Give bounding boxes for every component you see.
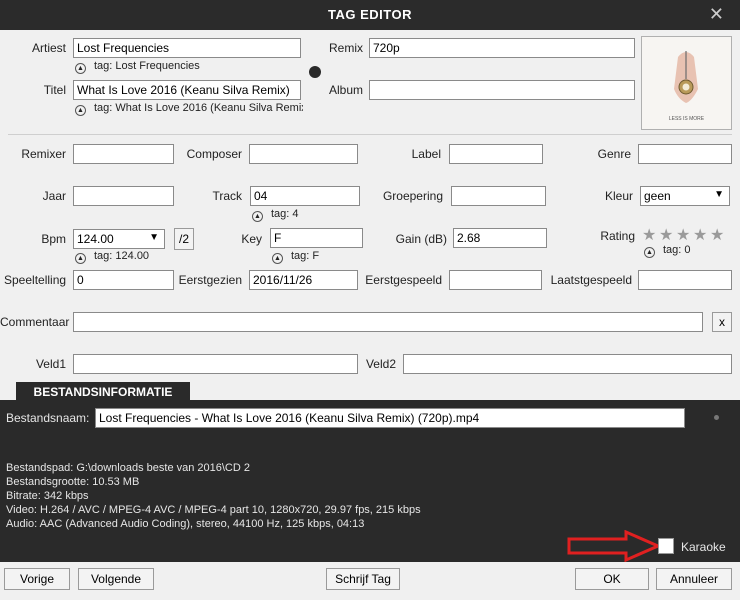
titel-tag: ▲ tag: What Is Love 2016 (Keanu Silva Rem… [75,102,303,116]
chevron-down-icon[interactable]: ▼ [714,189,724,200]
remixer-input[interactable] [73,144,174,164]
tag-up-icon[interactable]: ▲ [252,211,263,222]
tag-up-icon[interactable]: ▲ [75,253,86,264]
key-tag: ▲ tag: F [272,250,362,264]
commentaar-label: Commentaar [0,315,70,329]
cover-text: LESS IS MORE [668,116,705,122]
key-label: Key [241,232,262,246]
label-field-input[interactable] [449,144,543,164]
kleur-select[interactable]: geen ▼ [640,186,730,206]
rating-star-icon[interactable]: ★ [642,228,657,244]
rating-tag: ▲ tag: 0 [644,244,734,258]
bpm-select[interactable]: 124.00 ▼ [73,229,165,249]
jaar-input[interactable] [73,186,174,206]
tag-up-icon[interactable]: ▲ [644,247,655,258]
album-input[interactable] [369,80,635,100]
speeltelling-input[interactable]: 0 [73,270,174,290]
cover-art[interactable]: LESS IS MORE [641,36,732,130]
veld1-input[interactable] [73,354,358,374]
remix-input[interactable]: 720p [369,38,635,58]
artiest-tag: ▲ tag: Lost Frequencies [75,60,305,74]
rating-star-icon[interactable]: ★ [676,228,691,244]
commentaar-input[interactable] [73,312,703,332]
eerstgespeeld-label: Eerstgespeeld [365,273,442,287]
rating-star-icon[interactable]: ★ [659,228,674,244]
groepering-input[interactable] [451,186,546,206]
window-title: TAG EDITOR [328,7,412,22]
genre-input[interactable] [638,144,732,164]
red-arrow-icon [567,530,662,562]
close-icon[interactable]: ✕ [709,4,724,25]
file-video: Video: H.264 / AVC / MPEG-4 AVC / MPEG-4… [6,504,421,516]
ok-button[interactable]: OK [575,568,649,590]
titel-label: Titel [43,83,66,97]
remixer-label: Remixer [21,147,66,161]
rating-star-icon[interactable]: ★ [710,228,725,244]
tag-up-icon[interactable]: ▲ [272,253,283,264]
laatstgespeeld-input[interactable] [638,270,732,290]
file-size: Bestandsgrootte: 10.53 MB [6,476,140,488]
divider [8,134,732,135]
speeltelling-label: Speeltelling [4,273,67,287]
previous-button[interactable]: Vorige [4,568,70,590]
bpm-half-button[interactable]: /2 [174,228,194,250]
rating-label: Rating [600,229,635,243]
jaar-label: Jaar [42,189,66,203]
swap-dot-icon[interactable] [309,66,321,78]
composer-input[interactable] [249,144,358,164]
file-audio: Audio: AAC (Advanced Audio Coding), ster… [6,518,365,530]
veld2-input[interactable] [403,354,732,374]
label-field-label: Label [411,147,441,161]
eerstgespeeld-input[interactable] [449,270,542,290]
file-bitrate: Bitrate: 342 kbps [6,490,89,502]
album-label: Album [328,83,363,97]
track-input[interactable]: 04 [250,186,360,206]
next-button[interactable]: Volgende [78,568,154,590]
cancel-button[interactable]: Annuleer [656,568,732,590]
gain-label: Gain (dB) [395,232,447,246]
write-tag-button[interactable]: Schrijf Tag [326,568,400,590]
karaoke-checkbox[interactable] [658,538,674,554]
genre-label: Genre [597,147,631,161]
fileinfo-section-title[interactable]: BESTANDSINFORMATIE [16,382,190,402]
bpm-tag: ▲ tag: 124.00 [75,250,185,264]
artiest-input[interactable]: Lost Frequencies [73,38,301,58]
eerstgezien-label: Eerstgezien [178,273,242,287]
kleur-label: Kleur [604,189,633,203]
composer-label: Composer [186,147,242,161]
key-input[interactable]: F [270,228,363,248]
veld1-label: Veld1 [35,357,66,371]
veld2-label: Veld2 [365,357,396,371]
dot-icon [714,415,719,420]
track-label: Track [212,189,242,203]
file-path: Bestandspad: G:\downloads beste van 2016… [6,462,250,474]
eerstgezien-input[interactable]: 2016/11/26 [249,270,358,290]
gain-input[interactable]: 2.68 [453,228,547,248]
filename-input[interactable]: Lost Frequencies - What Is Love 2016 (Ke… [95,408,685,428]
title-bar: TAG EDITOR ✕ [0,0,740,30]
karaoke-label: Karaoke [681,540,726,554]
titel-input[interactable]: What Is Love 2016 (Keanu Silva Remix) [73,80,301,100]
rating-star-icon[interactable]: ★ [693,228,708,244]
remix-label: Remix [328,41,363,55]
groepering-label: Groepering [382,189,443,203]
bpm-label: Bpm [41,232,66,246]
clear-comment-button[interactable]: x [712,312,732,332]
artiest-label: Artiest [31,41,66,55]
filename-label: Bestandsnaam: [6,411,90,425]
laatstgespeeld-label: Laatstgespeeld [550,273,632,287]
track-tag: ▲ tag: 4 [252,208,352,222]
tag-up-icon[interactable]: ▲ [75,105,86,116]
tag-up-icon[interactable]: ▲ [75,63,86,74]
chevron-down-icon[interactable]: ▼ [149,232,159,243]
